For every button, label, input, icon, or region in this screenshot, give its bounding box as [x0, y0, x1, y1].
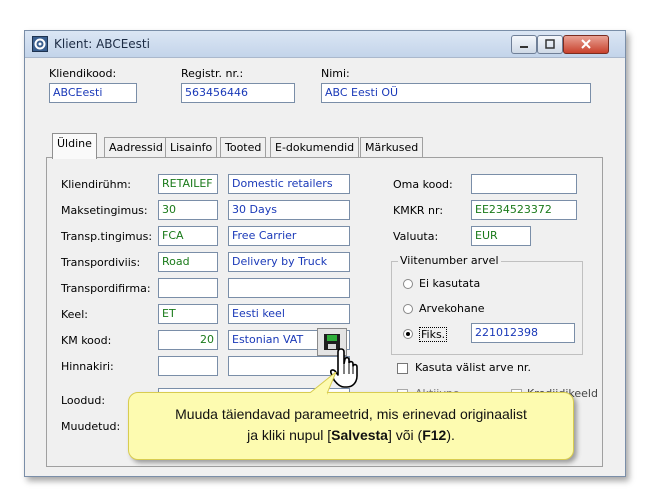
transp-tingimus-label: Transp.tingimus:	[61, 230, 153, 243]
tab-markused[interactable]: Märkused	[360, 137, 424, 157]
transpordiviis-label: Transpordiviis:	[61, 256, 141, 269]
arvekohane-label: Arvekohane	[419, 302, 485, 315]
callout-pointer	[305, 372, 337, 396]
callout-line-1: Muuda täiendavad parameetrid, mis erinev…	[175, 406, 527, 422]
nimi-input[interactable]: ABC Eesti OÜ	[321, 83, 591, 103]
minimize-button[interactable]	[511, 35, 537, 54]
keel-name-input[interactable]: Eesti keel	[228, 304, 350, 324]
muudetud-label: Muudetud:	[61, 420, 121, 433]
kliendiruhm-label: Kliendirühm:	[61, 178, 131, 191]
viitenumber-title: Viitenumber arvel	[398, 254, 501, 267]
tab-aadressid[interactable]: Aadressid	[104, 137, 168, 157]
keel-label: Keel:	[61, 308, 88, 321]
transpordiviis-code-input[interactable]: Road	[158, 252, 218, 272]
registr-label: Registr. nr.:	[181, 67, 244, 80]
oma-kood-label: Oma kood:	[393, 178, 453, 191]
ei-kasutata-label: Ei kasutata	[419, 277, 481, 290]
valuuta-label: Valuuta:	[393, 230, 439, 243]
maksetingimus-label: Maksetingimus:	[61, 204, 148, 217]
tab-tooted[interactable]: Tooted	[220, 137, 267, 157]
callout-text-prefix: ja kliki nupul [	[247, 427, 332, 443]
tab-e-dokumendid[interactable]: E-dokumendid	[270, 137, 360, 157]
kmkr-input[interactable]: EE234523372	[471, 200, 577, 220]
registr-input[interactable]: 563456446	[181, 83, 295, 103]
kliendikood-label: Kliendikood:	[49, 67, 117, 80]
callout-key: F12	[422, 427, 447, 443]
transpordiviis-name-input[interactable]: Delivery by Truck	[228, 252, 350, 272]
hinnakiri-code-input[interactable]	[158, 356, 218, 376]
window-title: Klient: ABCEesti	[54, 37, 150, 51]
keel-code-input[interactable]: ET	[158, 304, 218, 324]
title-bar[interactable]: Klient: ABCEesti	[25, 31, 625, 58]
maximize-icon	[545, 39, 555, 49]
radio-arvekohane[interactable]	[403, 304, 413, 314]
maximize-button[interactable]	[537, 35, 563, 54]
nimi-label: Nimi:	[321, 67, 350, 80]
kliendikood-input[interactable]: ABCEesti	[49, 83, 137, 103]
maksetingimus-code-input[interactable]: 30	[158, 200, 218, 220]
fiks-label: Fiks.	[419, 327, 448, 342]
close-button[interactable]	[563, 35, 609, 54]
kliendiruhm-name-input[interactable]: Domestic retailers	[228, 174, 350, 194]
loodud-label: Loodud:	[61, 394, 106, 407]
callout-text-suffix: ).	[446, 427, 455, 443]
callout-line-2: ja kliki nupul [Salvesta] või (F12).	[129, 425, 573, 446]
transpordifirma-code-input[interactable]	[158, 278, 218, 298]
callout-text-mid: ] või (	[387, 427, 423, 443]
app-gear-icon	[32, 36, 48, 52]
minimize-icon	[520, 46, 528, 48]
maksetingimus-name-input[interactable]: 30 Days	[228, 200, 350, 220]
kasuta-valist-label: Kasuta välist arve nr.	[415, 361, 531, 374]
kliendiruhm-code-input[interactable]: RETAILEF	[158, 174, 218, 194]
km-kood-code-input[interactable]: 20	[158, 330, 218, 350]
oma-kood-input[interactable]	[471, 174, 577, 194]
tab-lisainfo[interactable]: Lisainfo	[165, 137, 218, 157]
kasuta-valist-checkbox[interactable]	[397, 363, 408, 374]
close-icon	[581, 39, 591, 49]
radio-ei-kasutata[interactable]	[403, 279, 413, 289]
fiks-number-input[interactable]: 221012398	[471, 323, 575, 343]
hinnakiri-label: Hinnakiri:	[61, 360, 114, 373]
transpordifirma-label: Transpordifirma:	[61, 282, 151, 295]
instruction-callout: Muuda täiendavad parameetrid, mis erinev…	[128, 392, 574, 460]
tab-uldine[interactable]: Üldine	[52, 133, 97, 159]
valuuta-input[interactable]: EUR	[471, 226, 531, 246]
transp-tingimus-code-input[interactable]: FCA	[158, 226, 218, 246]
km-kood-label: KM kood:	[61, 334, 112, 347]
kmkr-label: KMKR nr:	[393, 204, 444, 217]
transpordifirma-name-input[interactable]	[228, 278, 350, 298]
transp-tingimus-name-input[interactable]: Free Carrier	[228, 226, 350, 246]
callout-save-word: Salvesta	[331, 427, 388, 443]
radio-fiks[interactable]	[403, 329, 413, 339]
